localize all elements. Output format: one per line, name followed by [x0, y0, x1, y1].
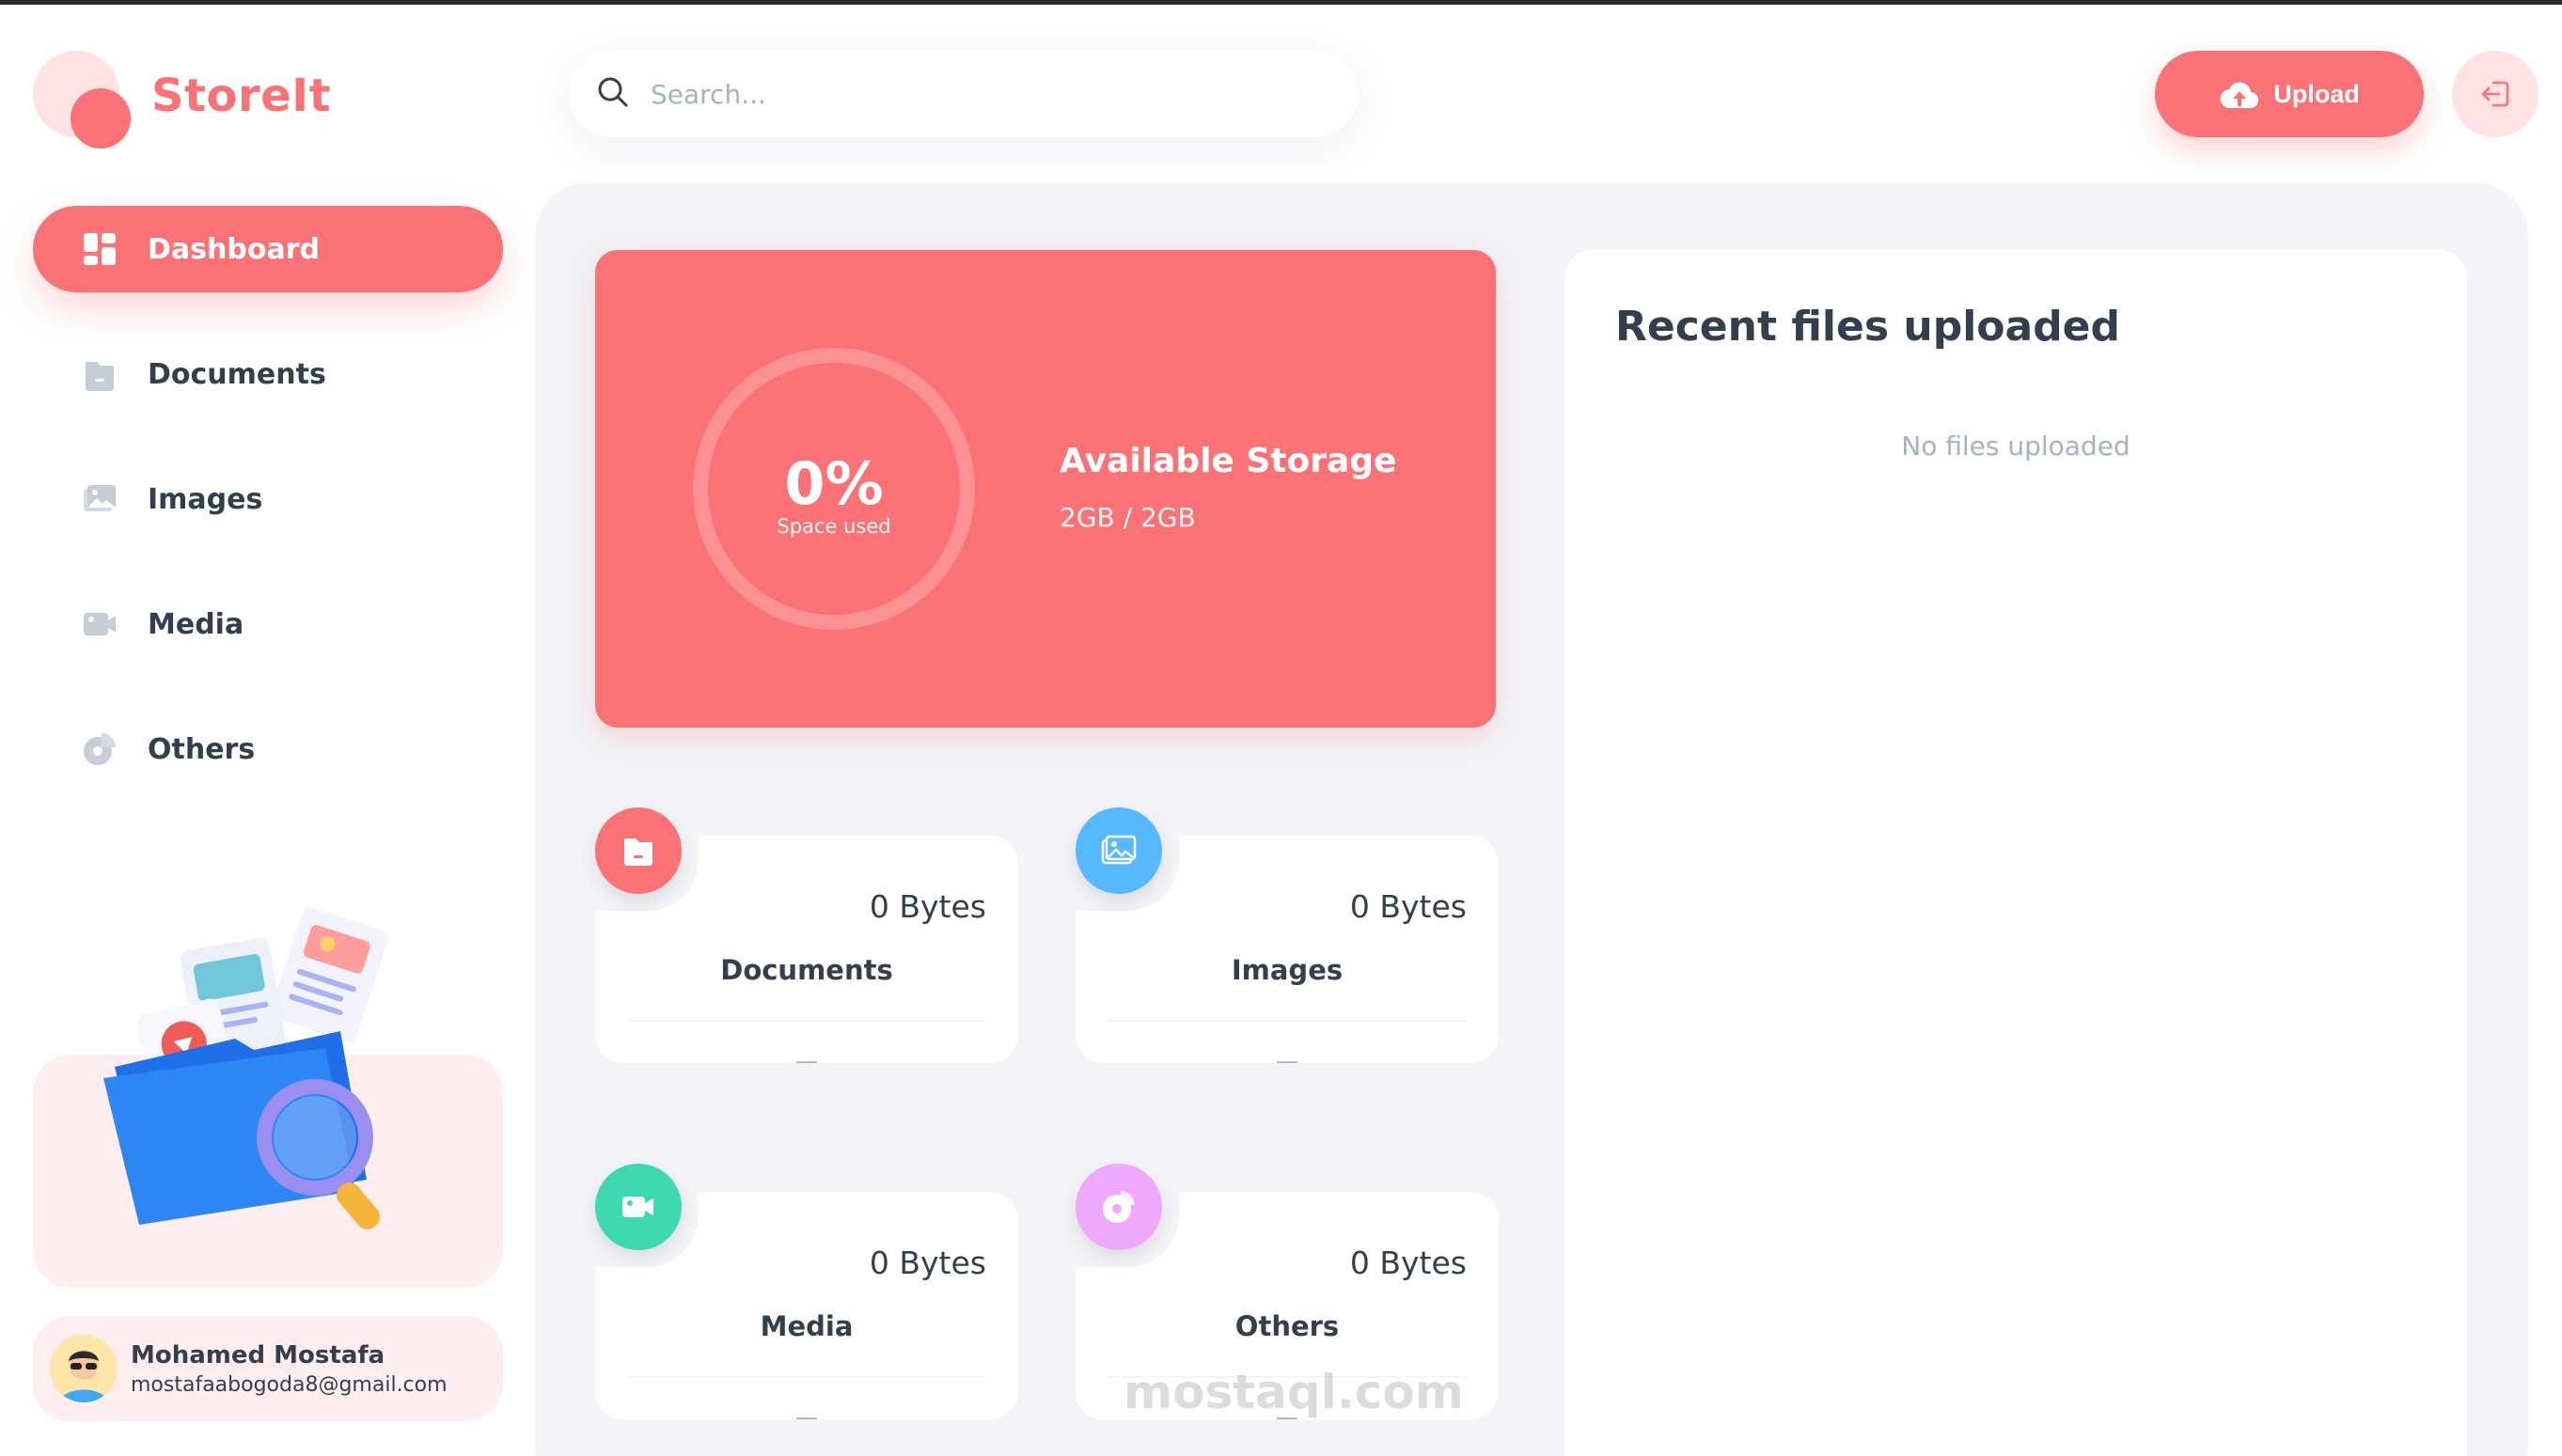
card-title: Media	[760, 1310, 854, 1342]
recent-files-panel: Recent files uploaded No files uploaded	[1564, 250, 2467, 1456]
media-icon	[82, 606, 118, 642]
storage-percent: 0%	[784, 449, 884, 518]
card-title: Images	[1231, 954, 1344, 986]
images-icon	[1076, 807, 1162, 894]
card-divider	[1108, 1376, 1467, 1378]
summary-card-media[interactable]: 0 Bytes Media —	[595, 1164, 1018, 1431]
card-divider	[627, 1020, 986, 1022]
documents-icon	[595, 807, 682, 894]
storage-value: 2GB / 2GB	[1060, 502, 1196, 533]
images-icon	[82, 481, 118, 517]
storage-percent-caption: Space used	[777, 515, 891, 538]
sidebar-item-images[interactable]: Images	[33, 456, 503, 542]
sidebar-item-label: Others	[148, 732, 256, 766]
brand-name: StoreIt	[151, 70, 332, 122]
card-title: Documents	[720, 954, 893, 986]
user-email: mostafaabogoda8@gmail.com	[131, 1372, 448, 1397]
logout-icon	[2481, 81, 2509, 107]
card-title: Others	[1234, 1310, 1340, 1342]
pie-chart-icon	[1076, 1164, 1162, 1250]
summary-card-images[interactable]: 0 Bytes Images —	[1076, 807, 1499, 1074]
logout-button[interactable]	[2452, 51, 2538, 137]
search-bar[interactable]	[568, 51, 1358, 137]
card-date: —	[795, 1404, 818, 1431]
recent-files-empty: No files uploaded	[1901, 431, 2130, 462]
sidebar-item-label: Media	[148, 607, 244, 641]
others-icon	[82, 731, 118, 767]
recent-files-title: Recent files uploaded	[1615, 303, 2121, 351]
sidebar-item-label: Dashboard	[148, 232, 320, 266]
sidebar-item-label: Images	[148, 482, 263, 516]
window-top-border	[0, 0, 2562, 5]
logo-mark-dot	[71, 88, 131, 149]
sidebar-item-others[interactable]: Others	[33, 706, 503, 792]
user-name: Mohamed Mostafa	[131, 1340, 385, 1370]
card-size: 0 Bytes	[1349, 1245, 1467, 1281]
brand-logo[interactable]: StoreIt	[33, 51, 334, 154]
card-date: —	[795, 1048, 818, 1074]
sidebar-item-dashboard[interactable]: Dashboard	[33, 206, 503, 292]
sidebar-item-media[interactable]: Media	[33, 581, 503, 667]
video-icon	[595, 1164, 682, 1250]
cloud-upload-icon	[2220, 82, 2259, 109]
upload-button-label: Upload	[2273, 79, 2360, 108]
search-input[interactable]	[651, 78, 1309, 110]
card-size: 0 Bytes	[869, 1245, 986, 1281]
dashboard-icon	[82, 231, 118, 267]
summary-card-others[interactable]: 0 Bytes Others —	[1076, 1164, 1499, 1431]
summary-card-documents[interactable]: 0 Bytes Documents —	[595, 807, 1018, 1074]
upload-button[interactable]: Upload	[2155, 51, 2424, 137]
documents-icon	[82, 356, 118, 392]
card-date: —	[1276, 1048, 1298, 1074]
card-date: —	[1276, 1404, 1298, 1431]
sidebar-item-documents[interactable]: Documents	[33, 331, 503, 417]
card-size: 0 Bytes	[869, 888, 986, 925]
card-size: 0 Bytes	[1349, 888, 1467, 925]
card-divider	[627, 1376, 986, 1378]
user-card[interactable]: Mohamed Mostafa mostafaabogoda8@gmail.co…	[33, 1316, 503, 1421]
storage-summary-card: 0% Space used Available Storage 2GB / 2G…	[595, 250, 1496, 728]
sidebar-item-label: Documents	[148, 357, 326, 391]
avatar	[50, 1335, 118, 1402]
card-divider	[1108, 1020, 1467, 1022]
files-illustration	[94, 898, 432, 1236]
search-icon	[596, 75, 630, 113]
storage-title: Available Storage	[1060, 442, 1397, 480]
sidebar-nav: Dashboard Documents Images Media Others	[33, 206, 503, 831]
